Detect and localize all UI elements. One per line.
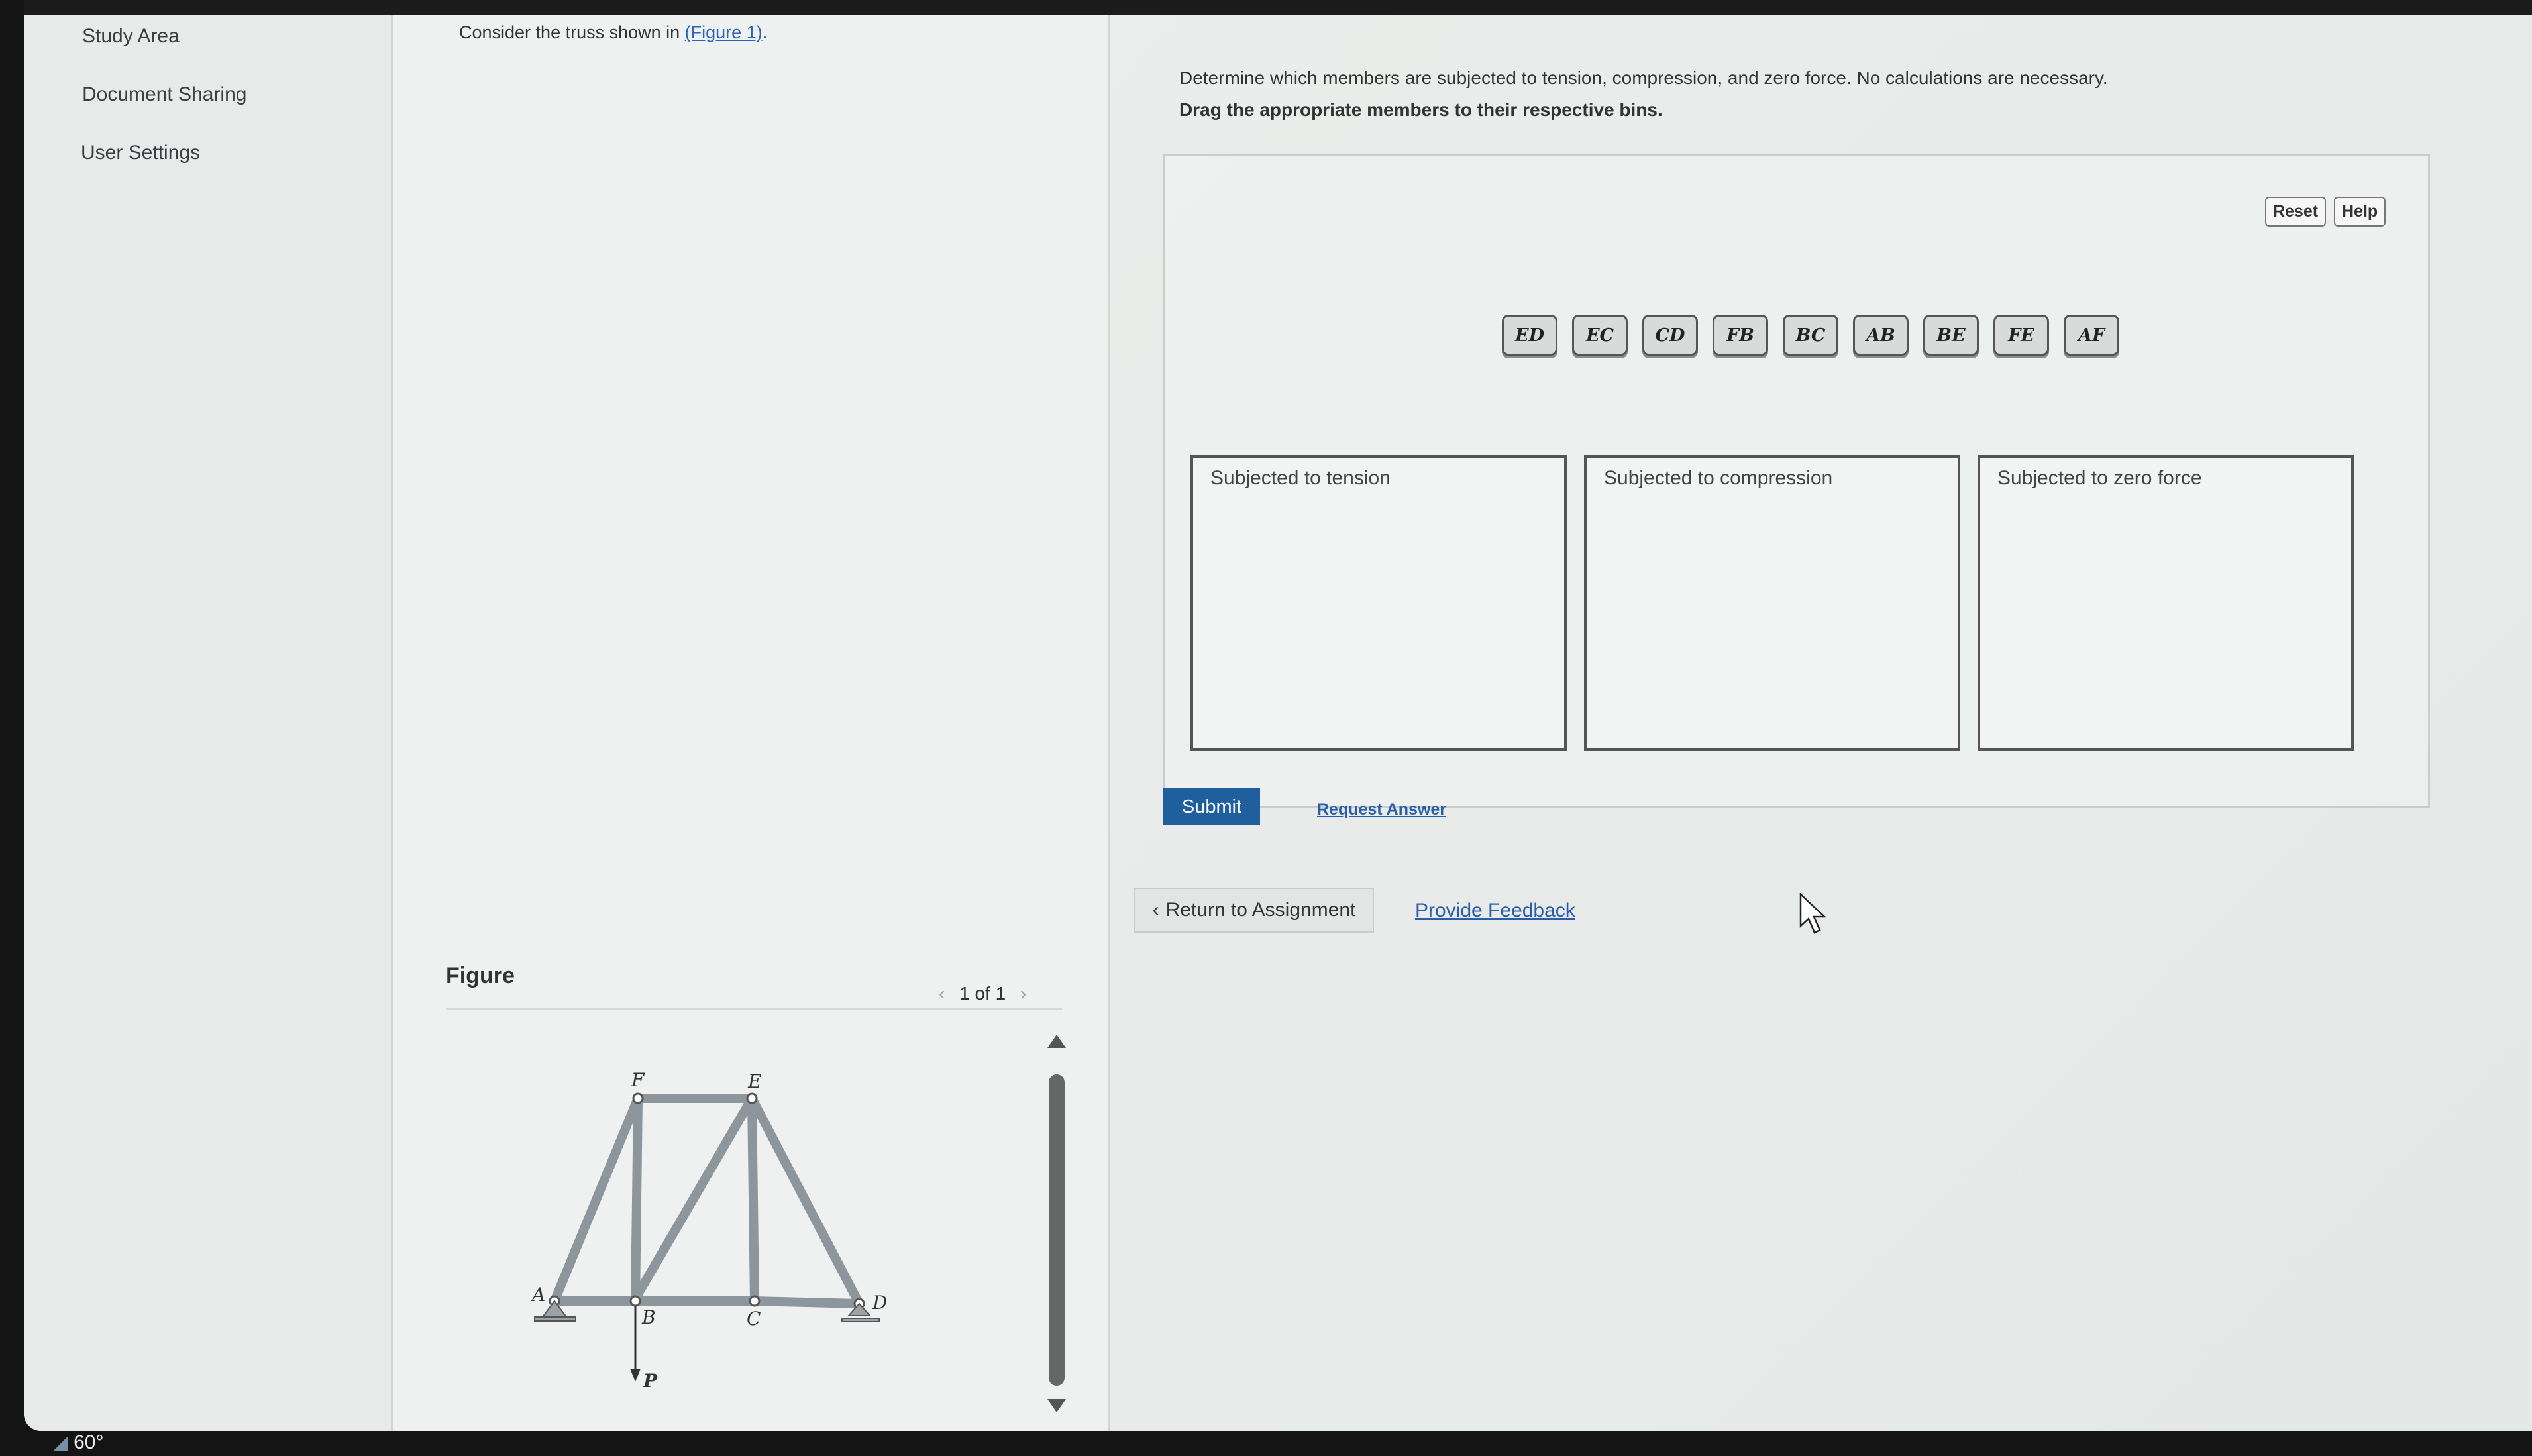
temperature: 60° (74, 1431, 104, 1453)
member-ed (747, 1094, 864, 1308)
token-ab[interactable]: AB (1853, 315, 1909, 356)
sidebar-item-user-settings[interactable]: User Settings (81, 142, 200, 164)
question-text: Determine which members are subjected to… (1179, 68, 2108, 88)
figure-heading: Figure (446, 963, 515, 988)
token-be[interactable]: BE (1923, 315, 1979, 356)
token-cd[interactable]: CD (1642, 315, 1698, 356)
figure-divider (446, 1008, 1062, 1010)
sidebar: Study Area Document Sharing User Setting… (24, 15, 393, 1431)
load-arrow-icon (630, 1369, 641, 1382)
member-ec (747, 1094, 759, 1306)
sidebar-item-document-sharing[interactable]: Document Sharing (82, 83, 246, 106)
figure-pager: ‹ 1 of 1 › (929, 983, 1035, 1004)
token-tray: ED EC CD FB BC AB BE FE AF (1502, 315, 2119, 356)
problem-panel: Consider the truss shown in (Figure 1). … (393, 15, 1110, 1431)
member-fb (631, 1094, 643, 1306)
bin-zero-force[interactable]: Subjected to zero force (1978, 455, 2354, 751)
joint-c (749, 1295, 761, 1307)
request-answer-link[interactable]: Request Answer (1317, 800, 1446, 819)
bin-tension[interactable]: Subjected to tension (1190, 455, 1567, 751)
label-e: E (747, 1070, 761, 1092)
truss-figure: A B C D E F P (530, 1069, 887, 1392)
member-cd (750, 1296, 864, 1308)
label-p: P (643, 1370, 658, 1392)
intro-prefix: Consider the truss shown in (459, 23, 685, 42)
token-ed[interactable]: ED (1502, 315, 1557, 356)
scroll-down-icon[interactable] (1047, 1399, 1066, 1412)
intro-suffix: . (762, 23, 768, 42)
page-indicator: 1 of 1 (959, 983, 1006, 1004)
chevron-right-icon[interactable]: › (1011, 983, 1035, 1004)
token-fe[interactable]: FE (1993, 315, 2049, 356)
bin-tension-label: Subjected to tension (1210, 467, 1391, 489)
scroll-up-icon[interactable] (1047, 1035, 1066, 1048)
ground-d (841, 1318, 880, 1322)
bin-compression-label: Subjected to compression (1604, 467, 1833, 489)
top-bar (24, 0, 2532, 15)
token-bc[interactable]: BC (1783, 315, 1838, 356)
return-to-assignment-button[interactable]: ‹ Return to Assignment (1134, 888, 1374, 933)
return-label: Return to Assignment (1165, 899, 1356, 921)
question-instruction: Drag the appropriate members to their re… (1179, 99, 1663, 120)
chevron-left-icon[interactable]: ‹ (929, 983, 954, 1004)
token-af[interactable]: AF (2064, 315, 2119, 356)
bins: Subjected to tension Subjected to compre… (1190, 455, 2354, 751)
bin-compression[interactable]: Subjected to compression (1584, 455, 1960, 751)
provide-feedback-link[interactable]: Provide Feedback (1415, 900, 1575, 922)
weather-icon: ◢ (53, 1431, 69, 1453)
sidebar-item-study-area[interactable]: Study Area (82, 25, 180, 48)
reset-button[interactable]: Reset (2265, 197, 2327, 227)
token-ec[interactable]: EC (1572, 315, 1628, 356)
joint-e (746, 1092, 758, 1104)
help-button[interactable]: Help (2334, 197, 2386, 227)
chevron-left-icon: ‹ (1152, 899, 1159, 921)
joint-b (629, 1295, 641, 1307)
submit-button[interactable]: Submit (1163, 788, 1260, 825)
mouse-pointer-icon (1799, 893, 1827, 934)
drag-drop-area: Reset Help ED EC CD FB BC AB BE FE AF Su… (1163, 154, 2430, 808)
token-fb[interactable]: FB (1713, 315, 1768, 356)
label-d: D (872, 1292, 887, 1314)
label-c: C (747, 1308, 761, 1329)
problem-intro: Consider the truss shown in (Figure 1). (459, 23, 767, 43)
bin-zero-force-label: Subjected to zero force (1997, 467, 2202, 489)
ground-a (534, 1316, 576, 1322)
figure-link[interactable]: (Figure 1) (685, 23, 763, 42)
scrollbar-thumb[interactable] (1049, 1074, 1065, 1386)
label-f: F (631, 1069, 645, 1091)
question-panel: Determine which members are subjected to… (1110, 15, 2532, 1431)
member-be (629, 1094, 757, 1306)
weather-widget: ◢ 60° (53, 1431, 103, 1454)
screen: Study Area Document Sharing User Setting… (24, 0, 2532, 1431)
member-af (550, 1094, 643, 1306)
joint-f (632, 1092, 644, 1104)
label-a: A (530, 1284, 545, 1306)
label-b: B (641, 1306, 656, 1328)
